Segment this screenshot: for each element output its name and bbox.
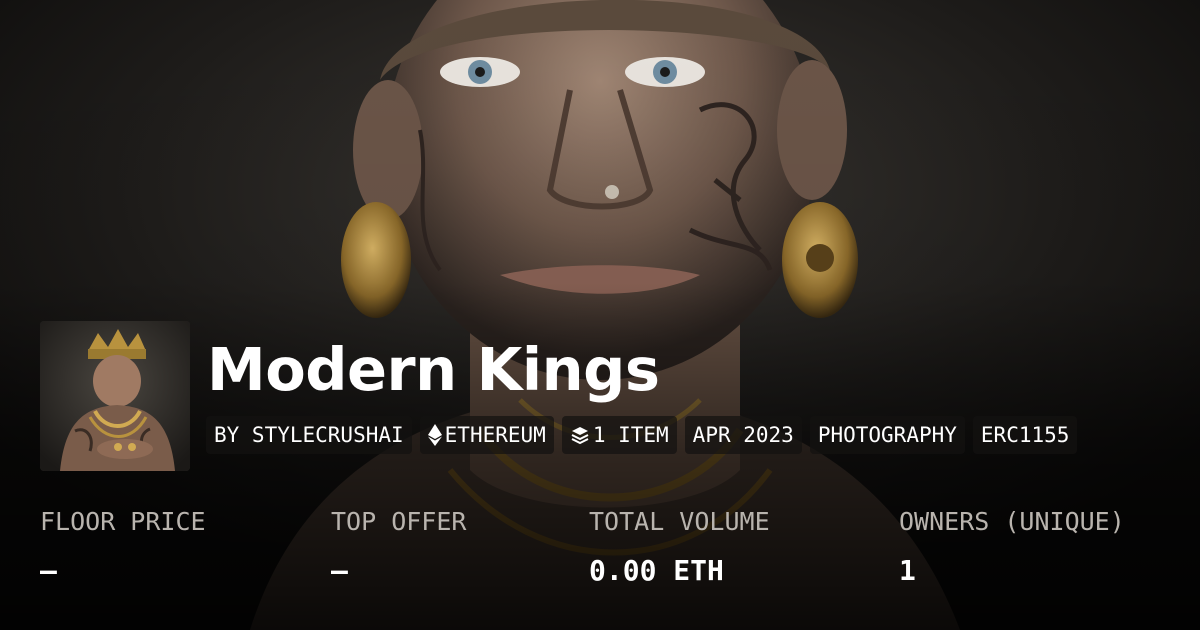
chain-chip: ETHEREUM [419, 416, 554, 454]
chain-label: ETHEREUM [444, 423, 546, 447]
stat-top-offer: TOP OFFER – [331, 505, 466, 589]
top-offer-label: TOP OFFER [331, 507, 467, 536]
ethereum-icon [427, 424, 442, 446]
token-standard-chip: ERC1155 [972, 416, 1078, 454]
owners-label: OWNERS (UNIQUE) [899, 507, 1125, 536]
item-count-chip: 1 ITEM [561, 416, 677, 454]
stat-floor-price: FLOOR PRICE – [40, 505, 206, 589]
created-date-chip: APR 2023 [684, 416, 802, 454]
layers-icon [570, 425, 590, 445]
stat-total-volume: TOTAL VOLUME 0.00 ETH [589, 505, 770, 589]
created-date-label: APR 2023 [692, 423, 794, 447]
item-count-label: 1 ITEM [592, 423, 669, 447]
floor-price-label: FLOOR PRICE [40, 507, 206, 536]
owners-value: 1 [899, 554, 916, 587]
collection-avatar[interactable] [40, 321, 190, 471]
total-volume-value: 0.00 ETH [589, 554, 724, 587]
collection-meta-chips: BY STYLECRUSHAI ETHEREUM 1 ITEM APR 2023… [206, 416, 1078, 454]
creator-chip[interactable]: BY STYLECRUSHAI [206, 416, 412, 454]
category-label: PHOTOGRAPHY [817, 423, 957, 447]
token-standard-label: ERC1155 [980, 423, 1070, 447]
collection-title: Modern Kings [207, 335, 660, 404]
top-offer-value: – [331, 554, 348, 587]
stat-owners: OWNERS (UNIQUE) 1 [899, 505, 1125, 589]
category-chip[interactable]: PHOTOGRAPHY [809, 416, 965, 454]
total-volume-label: TOTAL VOLUME [589, 507, 770, 536]
creator-label: BY STYLECRUSHAI [214, 423, 404, 447]
floor-price-value: – [40, 554, 57, 587]
